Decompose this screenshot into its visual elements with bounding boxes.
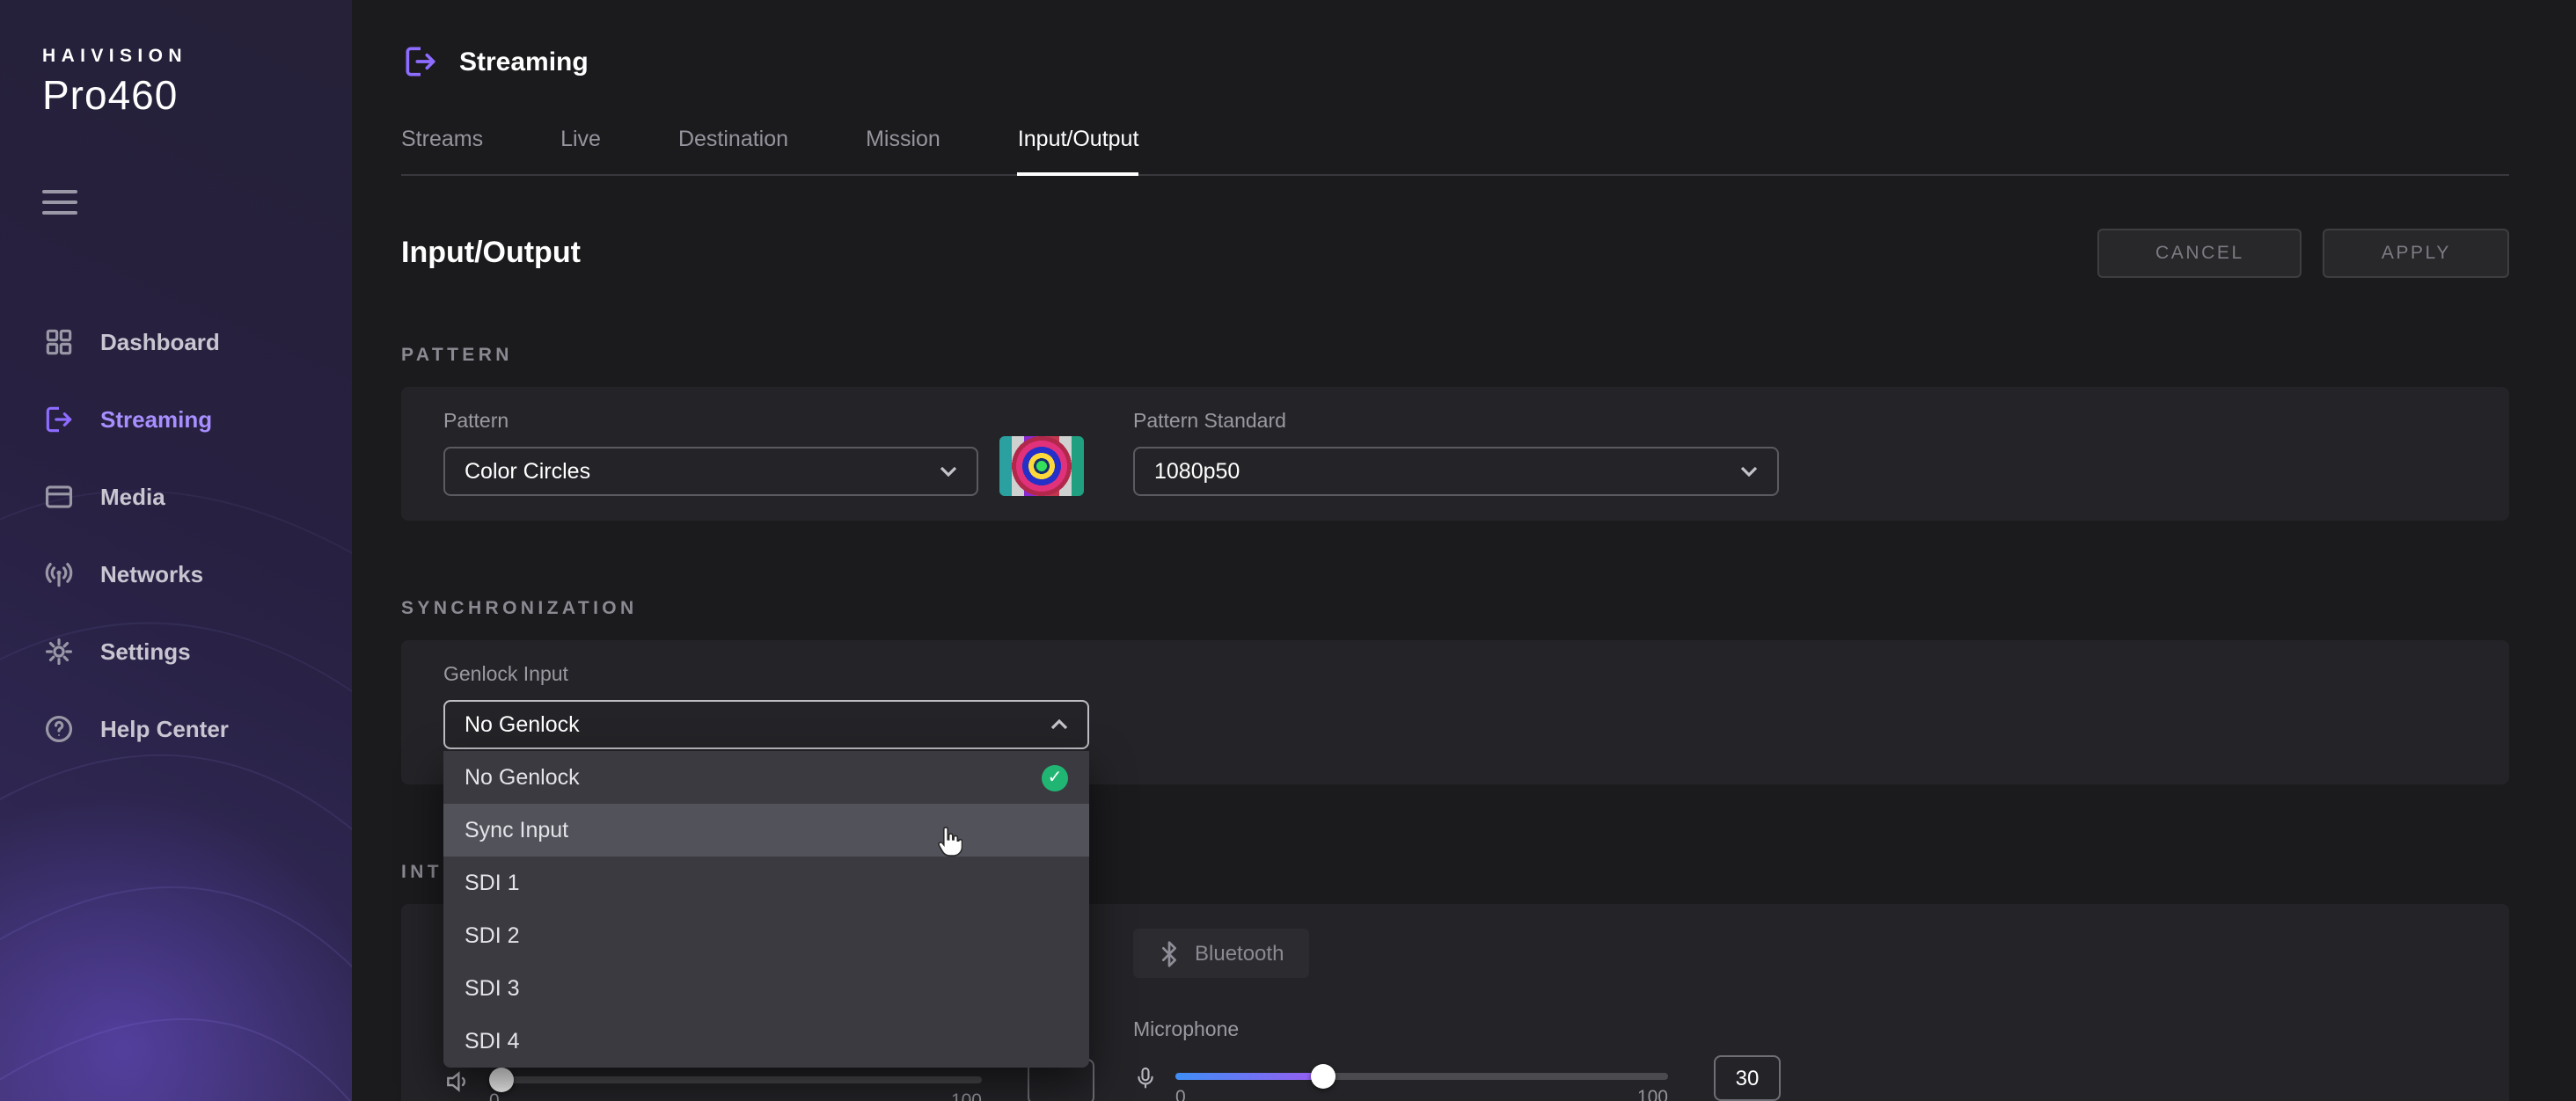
sidebar-item-label: Settings (100, 638, 191, 664)
streaming-icon (42, 402, 76, 435)
option-label: Sync Input (465, 818, 568, 842)
pattern-panel: Pattern Color Circles Pattern Standard 1… (401, 387, 2509, 521)
sidebar: HAIVISION Pro460 Dashboard Streaming (0, 0, 352, 1101)
app-title: Streaming (459, 47, 589, 77)
line-in-slider-track[interactable] (489, 1076, 982, 1083)
sidebar-item-dashboard[interactable]: Dashboard (0, 303, 352, 380)
streaming-icon (401, 42, 440, 81)
option-label: No Genlock (465, 765, 580, 790)
microphone-label: Microphone (1133, 1020, 1781, 1041)
main-content: Streaming Streams Live Destination Missi… (352, 0, 2576, 1101)
tab-destination[interactable]: Destination (678, 127, 788, 174)
genlock-dropdown-list: No Genlock ✓ Sync Input SDI 1 SDI 2 SDI … (443, 751, 1089, 1068)
sidebar-item-label: Media (100, 483, 165, 509)
pattern-label: Pattern (443, 412, 978, 433)
chevron-down-icon (1740, 466, 1758, 477)
sync-section-heading: SYNCHRONIZATION (401, 598, 2509, 619)
dashboard-icon (42, 324, 76, 358)
sidebar-item-settings[interactable]: Settings (0, 612, 352, 689)
brand-name: HAIVISION (42, 46, 352, 67)
tab-streams[interactable]: Streams (401, 127, 483, 174)
pattern-standard-value: 1080p50 (1154, 459, 1240, 484)
pattern-select[interactable]: Color Circles (443, 447, 978, 496)
tab-mission[interactable]: Mission (866, 127, 940, 174)
line-in-max-label: 100 (951, 1090, 982, 1101)
line-in-slider-knob[interactable] (489, 1068, 514, 1092)
sidebar-item-label: Help Center (100, 715, 229, 741)
networks-icon (42, 557, 76, 590)
brand-model: Pro460 (42, 72, 352, 120)
page-head-row: Input/Output CANCEL APPLY (401, 229, 2509, 278)
bluetooth-icon (1158, 940, 1181, 966)
genlock-select[interactable]: No Genlock (443, 700, 1089, 749)
option-label: SDI 1 (465, 871, 520, 895)
apply-button[interactable]: APPLY (2324, 229, 2509, 278)
media-icon (42, 479, 76, 513)
tab-live[interactable]: Live (560, 127, 601, 174)
genlock-option-sync-input[interactable]: Sync Input (443, 804, 1089, 857)
genlock-option-no-genlock[interactable]: No Genlock ✓ (443, 751, 1089, 804)
help-icon (42, 711, 76, 745)
sidebar-item-label: Networks (100, 560, 203, 587)
sidebar-nav: Dashboard Streaming Media (0, 303, 352, 767)
bluetooth-button-label: Bluetooth (1195, 941, 1284, 966)
sidebar-item-networks[interactable]: Networks (0, 535, 352, 612)
sidebar-item-streaming[interactable]: Streaming (0, 380, 352, 457)
tab-bar: Streams Live Destination Mission Input/O… (401, 127, 2509, 176)
pattern-preview-thumbnail (999, 436, 1084, 496)
genlock-option-sdi-2[interactable]: SDI 2 (443, 909, 1089, 962)
pattern-select-value: Color Circles (465, 459, 590, 484)
sidebar-item-label: Streaming (100, 405, 212, 432)
option-label: SDI 4 (465, 1029, 520, 1054)
microphone-value-box[interactable]: 30 (1714, 1055, 1781, 1101)
chevron-down-icon (940, 466, 957, 477)
microphone-slider-row: 0 100 30 (1133, 1055, 1781, 1101)
sync-panel: Genlock Input No Genlock No Genlock ✓ Sy… (401, 640, 2509, 784)
genlock-input-label: Genlock Input (443, 665, 2467, 686)
microphone-slider-fill (1175, 1073, 1323, 1080)
app-window: HAIVISION Pro460 Dashboard Streaming (0, 0, 2576, 1101)
selected-check-icon: ✓ (1042, 764, 1068, 791)
sidebar-item-media[interactable]: Media (0, 457, 352, 535)
microphone-column: Bluetooth Microphone (1133, 929, 1781, 1101)
genlock-option-sdi-3[interactable]: SDI 3 (443, 962, 1089, 1015)
microphone-slider-knob[interactable] (1311, 1064, 1336, 1089)
pattern-standard-label: Pattern Standard (1133, 412, 1779, 433)
sidebar-item-label: Dashboard (100, 328, 220, 354)
settings-gear-icon (42, 634, 76, 667)
speaker-icon (443, 1068, 472, 1096)
chevron-up-icon (1050, 719, 1068, 730)
genlock-select-value: No Genlock (465, 712, 580, 737)
sidebar-item-help-center[interactable]: Help Center (0, 689, 352, 767)
genlock-option-sdi-1[interactable]: SDI 1 (443, 857, 1089, 909)
microphone-slider: 0 100 (1175, 1055, 1668, 1101)
bluetooth-button[interactable]: Bluetooth (1133, 929, 1308, 978)
option-label: SDI 3 (465, 976, 520, 1001)
line-in-min-label: 0 (489, 1090, 500, 1101)
pattern-section-heading: PATTERN (401, 345, 2509, 366)
microphone-min-label: 0 (1175, 1087, 1186, 1101)
tab-input-output[interactable]: Input/Output (1018, 127, 1139, 176)
microphone-icon (1133, 1062, 1158, 1094)
cancel-button[interactable]: CANCEL (2097, 229, 2302, 278)
page-title: Input/Output (401, 236, 581, 271)
genlock-option-sdi-4[interactable]: SDI 4 (443, 1015, 1089, 1068)
page-header: Streaming (401, 0, 2509, 81)
pattern-standard-select[interactable]: 1080p50 (1133, 447, 1779, 496)
hamburger-menu-icon[interactable] (42, 190, 77, 215)
option-label: SDI 2 (465, 923, 520, 948)
microphone-max-label: 100 (1637, 1087, 1668, 1101)
brand-logo: HAIVISION Pro460 (0, 0, 352, 120)
